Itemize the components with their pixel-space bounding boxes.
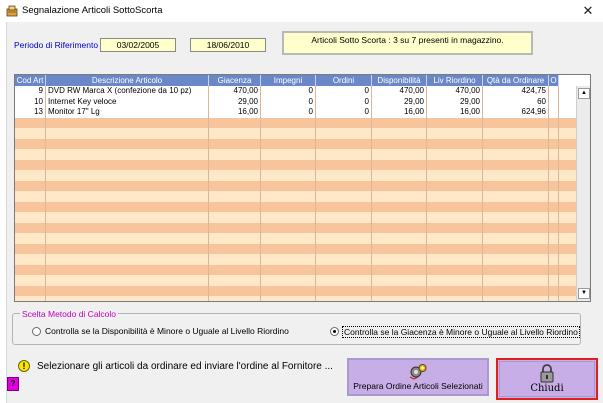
radio-giacenza[interactable]	[330, 327, 339, 336]
close-icon[interactable]: ✕	[573, 0, 603, 22]
column-header-liv-riordino[interactable]: Liv Riordino	[427, 75, 483, 86]
cell-cod-art: 13	[15, 107, 46, 118]
prepara-ordine-label: Prepara Ordine Articoli Selezionati	[353, 381, 483, 391]
cell-ordini: 0	[316, 86, 372, 97]
cell-giacenza: 470,00	[209, 86, 261, 97]
articles-grid[interactable]: Cod Art Descrizione Articolo Giacenza Im…	[14, 74, 591, 302]
chiudi-label: Chiudi	[530, 383, 564, 394]
empty-row	[15, 275, 577, 286]
cell-liv-riordino: 29,00	[427, 96, 483, 107]
cell-qta-ordinare: 60	[483, 96, 549, 107]
cell-descrizione: Monitor 17" Lg	[46, 107, 209, 118]
column-header-giacenza[interactable]: Giacenza	[209, 75, 261, 86]
column-header-descrizione[interactable]: Descrizione Articolo	[46, 75, 209, 86]
cell-disponibilita: 16,00	[372, 107, 427, 118]
cell-impegni: 0	[261, 107, 316, 118]
empty-row	[15, 117, 577, 128]
window-title: Segnalazione Articoli SottoScorta	[22, 5, 163, 16]
start-date-field[interactable]: 03/02/2005	[100, 38, 176, 52]
cell-qta-ordinare: 624,96	[483, 107, 549, 118]
warning-icon: !	[18, 360, 30, 372]
empty-row	[15, 159, 577, 170]
empty-row	[15, 212, 577, 223]
cell-giacenza: 29,00	[209, 96, 261, 107]
cell-ordini: 0	[316, 96, 372, 107]
cell-descrizione: Internet Key veloce	[46, 96, 209, 107]
scroll-up-icon[interactable]: ▲	[578, 88, 590, 99]
empty-row	[15, 201, 577, 212]
empty-row	[15, 264, 577, 275]
empty-row	[15, 285, 577, 296]
empty-row	[15, 138, 577, 149]
title-bar: Segnalazione Articoli SottoScorta ✕	[0, 0, 603, 22]
cell-disponibilita: 470,00	[372, 86, 427, 97]
padlock-icon	[540, 364, 554, 383]
cell-descrizione: DVD RW Marca X (confezione da 10 pz)	[46, 86, 209, 97]
empty-row	[15, 191, 577, 202]
cell-o	[549, 86, 559, 97]
column-header-ordini[interactable]: Ordini	[316, 75, 372, 86]
calc-method-legend: Scelta Metodo di Calcolo	[20, 309, 119, 319]
cell-liv-riordino: 470,00	[427, 86, 483, 97]
cell-o	[549, 107, 559, 118]
empty-row	[15, 296, 577, 301]
column-header-qta-ordinare[interactable]: Qtà da Ordinare	[483, 75, 549, 86]
empty-row	[15, 243, 577, 254]
status-message: Selezionare gli articoli da ordinare ed …	[37, 361, 333, 372]
scroll-down-icon[interactable]: ▼	[578, 288, 590, 299]
table-row[interactable]: 13 Monitor 17" Lg 16,00 0 0 16,00 16,00 …	[15, 107, 577, 118]
empty-row	[15, 149, 577, 160]
cell-impegni: 0	[261, 96, 316, 107]
app-icon	[6, 5, 18, 17]
vertical-scrollbar[interactable]: ▲ ▼	[576, 86, 590, 301]
grid-body: 9 DVD RW Marca X (confezione da 10 pz) 4…	[15, 86, 577, 301]
cell-giacenza: 16,00	[209, 107, 261, 118]
cell-qta-ordinare: 424,75	[483, 86, 549, 97]
gears-icon	[409, 364, 427, 380]
empty-row	[15, 128, 577, 139]
column-header-o[interactable]: O	[549, 75, 559, 86]
table-row[interactable]: 9 DVD RW Marca X (confezione da 10 pz) 4…	[15, 86, 577, 97]
grid-header: Cod Art Descrizione Articolo Giacenza Im…	[15, 75, 559, 86]
cell-ordini: 0	[316, 107, 372, 118]
periodo-label: Periodo di Riferimento	[14, 40, 99, 50]
cell-impegni: 0	[261, 86, 316, 97]
cell-o	[549, 96, 559, 107]
radio-giacenza-label[interactable]: Controlla se la Giacenza è Minore o Ugua…	[342, 326, 580, 338]
chiudi-button[interactable]: Chiudi	[496, 358, 598, 400]
empty-row	[15, 222, 577, 233]
column-header-disponibilita[interactable]: Disponibilità	[372, 75, 427, 86]
cell-disponibilita: 29,00	[372, 96, 427, 107]
radio-disponibilita-label[interactable]: Controlla se la Disponibilità è Minore o…	[45, 326, 289, 336]
cell-cod-art: 10	[15, 96, 46, 107]
prepara-ordine-button[interactable]: Prepara Ordine Articoli Selezionati	[347, 358, 489, 396]
column-header-cod-art[interactable]: Cod Art	[15, 75, 46, 86]
empty-row	[15, 233, 577, 244]
cell-cod-art: 9	[15, 86, 46, 97]
cell-liv-riordino: 16,00	[427, 107, 483, 118]
empty-row	[15, 170, 577, 181]
column-header-impegni[interactable]: Impegni	[261, 75, 316, 86]
info-summary: Articoli Sotto Scorta : 3 su 7 presenti …	[282, 31, 533, 55]
empty-row	[15, 254, 577, 265]
table-row[interactable]: 10 Internet Key veloce 29,00 0 0 29,00 2…	[15, 96, 577, 107]
help-icon[interactable]: ?	[7, 377, 19, 391]
end-date-field[interactable]: 18/06/2010	[190, 38, 266, 52]
radio-disponibilita[interactable]	[32, 327, 41, 336]
empty-row	[15, 180, 577, 191]
